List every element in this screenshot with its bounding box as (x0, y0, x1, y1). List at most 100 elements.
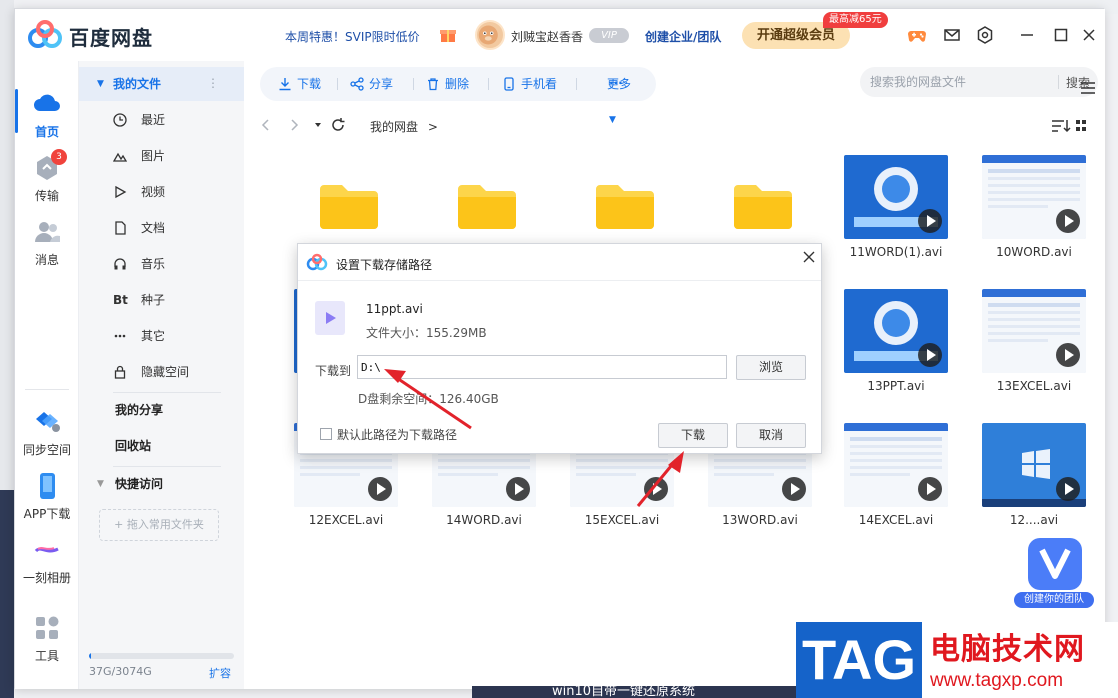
sidebar-quick-access[interactable]: ▼ 快捷访问 (79, 467, 244, 501)
video-thumbnail (982, 423, 1086, 507)
file-tile[interactable]: 13EXCEL.avi (970, 289, 1090, 419)
file-tile[interactable]: 11WORD(1).avi (832, 155, 952, 285)
sidebar-item-label: 图片 (141, 149, 166, 163)
play-icon[interactable] (1056, 343, 1080, 367)
maximize-icon[interactable] (1051, 25, 1071, 45)
sidebar-item-torrents[interactable]: Bt 种子 (79, 283, 244, 317)
more-button[interactable]: ··· 更多 ▼ (590, 67, 656, 125)
rail-item-tools[interactable]: 工具 (15, 613, 79, 664)
lock-icon (114, 365, 126, 379)
storage-usage-bar (89, 653, 234, 659)
file-name: 13PPT.avi (867, 379, 925, 393)
play-icon[interactable] (782, 477, 806, 501)
rail-item-album[interactable]: 一刻相册 (15, 535, 79, 586)
rail-item-app-download[interactable]: APP下载 (15, 471, 79, 522)
file-name: 11WORD(1).avi (849, 245, 943, 259)
rail-item-messages[interactable]: 消息 (15, 217, 79, 268)
vip-badge[interactable]: VIP (589, 28, 629, 43)
delete-button[interactable]: 删除 (426, 67, 469, 101)
minimize-icon[interactable] (1017, 25, 1037, 45)
share-button[interactable]: 分享 (350, 67, 393, 101)
file-name: 15EXCEL.avi (584, 513, 660, 527)
folder-icon (320, 185, 378, 229)
gift-icon[interactable] (439, 25, 457, 43)
rail-label-sync-space: 同步空间 (22, 443, 71, 457)
close-icon[interactable] (1079, 25, 1099, 45)
file-tile[interactable]: 14EXCEL.avi (832, 423, 952, 553)
quick-access-drop-zone[interactable]: + 拖入常用文件夹 (99, 509, 219, 541)
trash-icon (428, 78, 438, 91)
document-icon (115, 221, 126, 235)
browse-button[interactable]: 浏览 (736, 355, 806, 380)
clock-icon (113, 113, 127, 127)
create-team-label: 创建你的团队 (1014, 592, 1094, 608)
sidebar-item-music[interactable]: 音乐 (79, 247, 244, 281)
cloud-home-icon (34, 94, 60, 111)
rail-item-transfer[interactable]: 传输 3 (15, 149, 79, 204)
sidebar-item-other[interactable]: 其它 (79, 319, 244, 353)
back-chevron-icon[interactable] (258, 117, 274, 133)
toolbar-divider (337, 78, 338, 90)
play-icon[interactable] (506, 477, 530, 501)
file-sidebar: ▼ 我的文件 ⋮ 最近 图片 视频 文档 音乐 Bt 种子 其它 隐藏空间 我的… (79, 61, 244, 689)
svip-promo-link[interactable]: 本周特惠！SVIP限时低价 (285, 28, 420, 45)
forward-chevron-icon[interactable] (286, 117, 302, 133)
list-menu-icon[interactable] (1078, 81, 1098, 95)
settings-gear-icon[interactable] (975, 25, 995, 45)
download-icon (279, 78, 291, 91)
search-input[interactable] (870, 73, 1050, 91)
sidebar-item-videos[interactable]: 视频 (79, 175, 244, 209)
sidebar-my-files[interactable]: ▼ 我的文件 ⋮ (79, 67, 244, 101)
create-team-link[interactable]: 创建企业/团队 (645, 28, 721, 45)
dialog-file-size: 文件大小：155.29MB (366, 326, 487, 340)
play-icon[interactable] (918, 477, 942, 501)
team-v-logo-icon (1028, 538, 1082, 590)
rail-item-sync-space[interactable]: 同步空间 (15, 407, 79, 458)
game-controller-icon[interactable] (907, 25, 927, 45)
play-icon[interactable] (368, 477, 392, 501)
collapse-triangle-icon[interactable]: ▼ (97, 67, 104, 101)
quick-access-label: 快捷访问 (115, 477, 164, 491)
file-name: 13EXCEL.avi (996, 379, 1072, 393)
download-button[interactable]: 下载 (278, 67, 321, 101)
default-path-checkbox[interactable] (320, 428, 332, 440)
sidebar-my-share[interactable]: 我的分享 (79, 393, 244, 427)
rail-label-album: 一刻相册 (22, 571, 71, 585)
expand-storage-link[interactable]: 扩容 (209, 665, 231, 681)
history-dropdown-icon[interactable] (310, 117, 326, 133)
breadcrumb-root[interactable]: 我的网盘 (370, 120, 418, 134)
file-tile[interactable]: 13PPT.avi (832, 289, 952, 419)
create-team-widget[interactable]: 创建你的团队 (1008, 532, 1102, 608)
sidebar-item-label: 音乐 (141, 257, 166, 271)
sidebar-my-files-label: 我的文件 (113, 77, 162, 91)
more-vertical-icon[interactable]: ⋮ (207, 66, 219, 100)
sidebar-item-hidden-space[interactable]: 隐藏空间 (79, 355, 244, 389)
sidebar-item-documents[interactable]: 文档 (79, 211, 244, 245)
play-icon[interactable] (918, 209, 942, 233)
dialog-divider (298, 280, 821, 281)
refresh-icon[interactable] (330, 117, 346, 133)
rail-label-messages: 消息 (34, 253, 59, 267)
sort-icon[interactable] (1050, 117, 1088, 135)
mail-icon[interactable] (942, 25, 962, 45)
download-to-label: 下载到 (315, 364, 352, 378)
rail-item-home[interactable]: 首页 (15, 89, 79, 140)
sidebar-item-images[interactable]: 图片 (79, 139, 244, 173)
sidebar-recycle-bin[interactable]: 回收站 (79, 429, 244, 463)
cancel-button[interactable]: 取消 (736, 423, 806, 448)
headphones-icon (114, 258, 126, 270)
collapse-triangle-icon[interactable]: ▼ (97, 467, 104, 501)
play-icon[interactable] (918, 343, 942, 367)
sidebar-item-recent[interactable]: 最近 (79, 103, 244, 137)
download-confirm-button[interactable]: 下载 (658, 423, 728, 448)
dialog-close-icon[interactable] (802, 250, 816, 264)
play-icon[interactable] (1056, 209, 1080, 233)
breadcrumb-separator: > (427, 120, 438, 134)
video-thumbnail (982, 155, 1086, 239)
username[interactable]: 刘贼宝赵香香 (511, 28, 583, 45)
avatar[interactable] (475, 20, 505, 50)
phone-view-button[interactable]: 手机看 (502, 67, 557, 101)
messages-people-icon (35, 222, 60, 242)
file-tile[interactable]: 10WORD.avi (970, 155, 1090, 285)
play-icon[interactable] (1056, 477, 1080, 501)
